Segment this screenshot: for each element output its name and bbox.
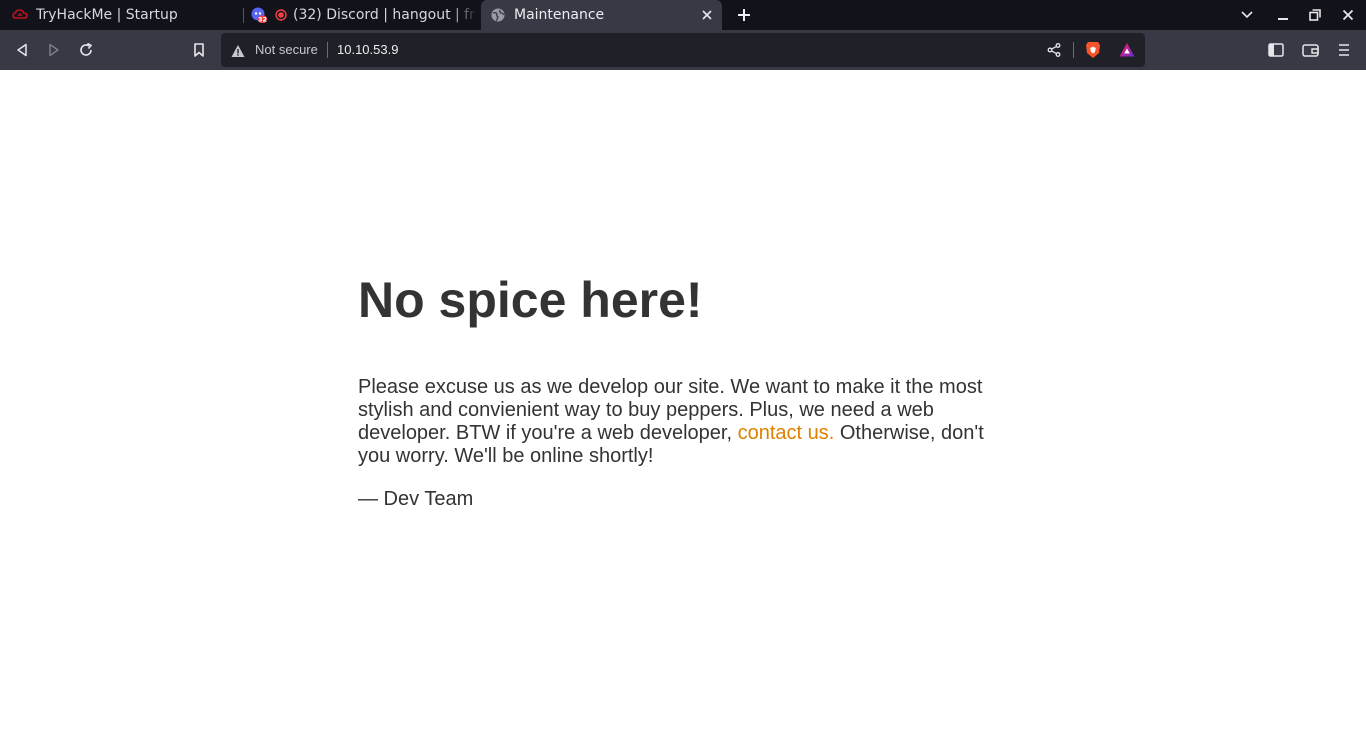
- sidebar-icon: [1268, 43, 1284, 57]
- close-icon: [1342, 9, 1354, 21]
- discord-icon: 32: [251, 7, 267, 23]
- address-bar[interactable]: Not secure 10.10.53.9: [221, 33, 1145, 67]
- discord-badge: 32: [258, 15, 267, 23]
- maintenance-article: No spice here! Please excuse us as we de…: [358, 270, 1008, 511]
- reload-icon: [80, 42, 93, 56]
- tab-maintenance[interactable]: Maintenance: [481, 0, 722, 30]
- bookmark-button[interactable]: [187, 38, 211, 62]
- divider: [327, 42, 328, 58]
- back-button[interactable]: [10, 38, 34, 62]
- new-tab-button[interactable]: [733, 4, 755, 26]
- restore-icon: [1309, 9, 1321, 21]
- forward-button[interactable]: [42, 38, 66, 62]
- divider: [1073, 42, 1074, 58]
- tab-tryhackme[interactable]: TryHackMe | Startup: [0, 0, 243, 30]
- signature: — Dev Team: [358, 488, 474, 510]
- wallet-button[interactable]: [1298, 38, 1322, 62]
- menu-button[interactable]: [1332, 38, 1356, 62]
- recording-icon: [275, 7, 287, 23]
- bookmark-icon: [194, 43, 204, 57]
- tab-title: Maintenance: [514, 7, 605, 23]
- tab-discord[interactable]: 32 (32) Discord | hangout | fr3: [243, 0, 481, 30]
- tryhackme-icon: [12, 7, 28, 23]
- page-viewport: No spice here! Please excuse us as we de…: [0, 70, 1366, 739]
- brave-shields-icon[interactable]: [1084, 41, 1102, 59]
- back-icon: [17, 43, 27, 57]
- globe-icon: [490, 7, 506, 23]
- maximize-button[interactable]: [1305, 5, 1325, 25]
- url-text[interactable]: 10.10.53.9: [337, 42, 398, 57]
- browser-window: TryHackMe | Startup 32 (32) Discord | ha…: [0, 0, 1366, 739]
- tab-title: (32) Discord | hangout | fr3: [293, 7, 478, 23]
- share-icon[interactable]: [1045, 41, 1063, 59]
- tab-title: TryHackMe | Startup: [36, 7, 178, 23]
- maintenance-message: Please excuse us as we develop our site.…: [358, 376, 1008, 511]
- wallet-icon: [1301, 44, 1319, 57]
- sidebar-toggle-button[interactable]: [1264, 38, 1288, 62]
- page-heading: No spice here!: [358, 272, 703, 328]
- hamburger-menu-icon: [1339, 44, 1349, 56]
- tab-search-button[interactable]: [1237, 5, 1257, 25]
- chevron-down-icon: [1241, 11, 1253, 19]
- security-label[interactable]: Not secure: [255, 42, 318, 57]
- minimize-button[interactable]: [1273, 5, 1293, 25]
- toolbar: Not secure 10.10.53.9: [0, 30, 1366, 70]
- tab-strip: TryHackMe | Startup 32 (32) Discord | ha…: [0, 0, 1366, 30]
- minimize-icon: [1278, 18, 1288, 20]
- close-window-button[interactable]: [1338, 5, 1358, 25]
- reload-button[interactable]: [74, 38, 98, 62]
- close-icon[interactable]: [698, 6, 716, 24]
- forward-icon: [49, 43, 59, 57]
- contact-link[interactable]: contact us.: [738, 422, 835, 444]
- plus-icon: [738, 9, 750, 21]
- brave-rewards-icon[interactable]: [1118, 41, 1136, 59]
- warning-icon[interactable]: [231, 43, 245, 57]
